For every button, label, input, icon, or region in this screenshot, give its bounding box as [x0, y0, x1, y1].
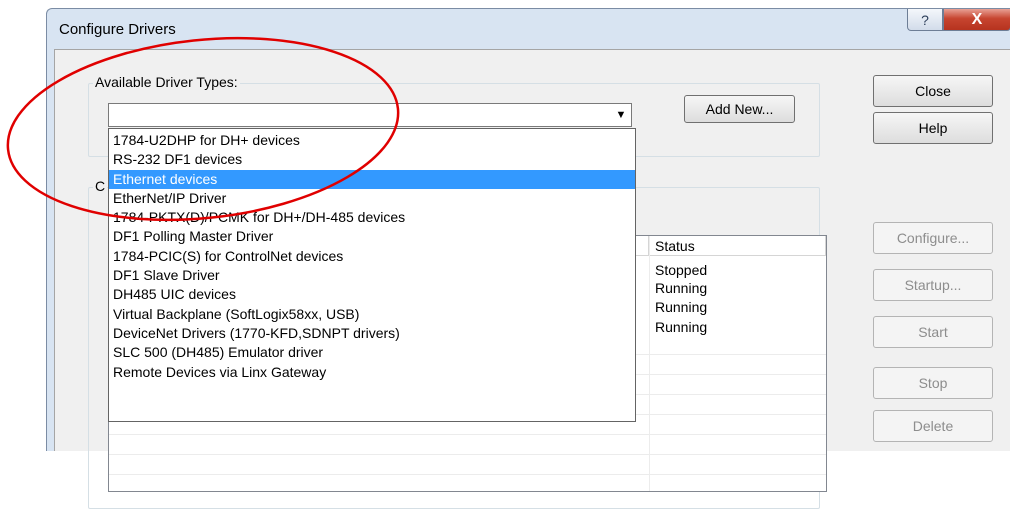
row-line — [109, 454, 826, 455]
row-line — [109, 474, 826, 475]
red-annotation-ellipse — [6, 36, 400, 222]
